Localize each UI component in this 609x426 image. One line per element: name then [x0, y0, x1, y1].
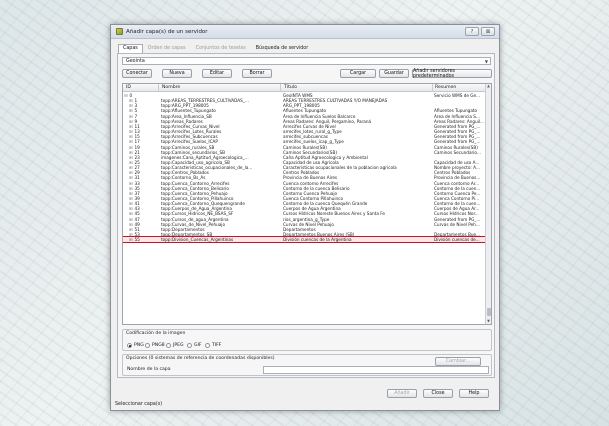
expand-icon[interactable]: ⊞ [129, 237, 133, 242]
qgis-app-icon [116, 28, 123, 35]
tab-conjuntos-de-teselas[interactable]: Conjuntos de teselas [191, 44, 251, 53]
add-button[interactable]: Añadir [387, 389, 417, 398]
load-button[interactable]: Cargar [340, 69, 376, 78]
radio-jpeg-label: JPEG [173, 343, 184, 348]
layer-name-input[interactable] [263, 366, 489, 374]
radio-gif-label: GIF [194, 343, 202, 348]
table-row[interactable]: ⊞ 55 topp:Division_Cuencas_Argentinas Divis… [123, 236, 486, 244]
column-header-summary[interactable]: Resumen [435, 85, 456, 90]
radio-png8[interactable]: PNG8 [145, 343, 165, 348]
image-encoding-group: Codificación de la imagen PNG PNG8 JPEG … [122, 329, 492, 351]
image-encoding-label: Codificación de la imagen [126, 331, 186, 336]
options-label: Opciones (0 sistemas de referencia de co… [126, 356, 275, 361]
cell-summary: División cuencas de... [434, 237, 480, 243]
scrollbar-thumb[interactable] [487, 308, 491, 316]
add-wms-layer-dialog: Añadir capa(s) de un servidor ? ⊠ Capas … [110, 24, 500, 411]
chevron-down-icon: ▼ [484, 59, 488, 64]
cell-title: División cuencas de la Argentina [283, 237, 352, 243]
help-button[interactable]: Help [459, 389, 489, 398]
radio-jpeg[interactable]: JPEG [166, 343, 184, 348]
scroll-down-icon[interactable]: ▼ [486, 319, 491, 324]
change-crs-button[interactable]: Cambiar... [435, 357, 481, 366]
close-title-button[interactable]: ⊠ [481, 27, 495, 36]
column-header-title[interactable]: Título [284, 85, 297, 90]
table-header: ID Nombre Título Resumen [123, 84, 485, 92]
help-title-button[interactable]: ? [465, 27, 479, 36]
layers-tab-panel: Geointa ▼ Conectar Nueva Editar Borrar C… [117, 53, 495, 378]
edit-button[interactable]: Editar [202, 69, 232, 78]
window-title: Añadir capa(s) de un servidor [126, 28, 208, 35]
column-header-id[interactable]: ID [126, 85, 131, 90]
connection-select-value: Geointa [126, 58, 145, 64]
cell-name: topp:Division_Cuencas_Argentinas [161, 237, 234, 243]
status-text: Seleccionar capa(s) [115, 401, 163, 407]
connection-select[interactable]: Geointa ▼ [122, 57, 491, 65]
cell-id: ⊞ 55 [129, 237, 159, 242]
column-header-name[interactable]: Nombre [162, 85, 180, 90]
vertical-scrollbar[interactable]: ▲ ▼ [485, 84, 491, 324]
connect-button[interactable]: Conectar [122, 69, 152, 78]
tab-capas[interactable]: Capas [118, 44, 143, 53]
radio-tiff-label: TIFF [212, 343, 222, 348]
save-button[interactable]: Guardar [379, 69, 409, 78]
radio-png8-label: PNG8 [152, 343, 165, 348]
tab-busqueda-de-servidor[interactable]: Búsqueda de servidor [251, 44, 313, 53]
layer-name-label: Nombre de la capa [127, 367, 171, 372]
delete-button[interactable]: Borrar [242, 69, 272, 78]
cell-id-text: 55 [134, 237, 140, 243]
title-bar: Añadir capa(s) de un servidor ? ⊠ [111, 25, 499, 39]
add-default-servers-button[interactable]: Añadir servidores predeterminados [412, 69, 492, 79]
radio-tiff[interactable]: TIFF [205, 343, 221, 348]
close-button[interactable]: Close [423, 389, 453, 398]
layers-table[interactable]: ID Nombre Título Resumen ⊟ 0 GeoINTA WMS Se… [122, 83, 492, 325]
status-bar: Seleccionar capa(s) [112, 399, 498, 409]
tab-orden-de-capas[interactable]: Orden de capas [143, 44, 191, 53]
radio-png[interactable]: PNG [127, 343, 144, 348]
new-button[interactable]: Nueva [162, 69, 192, 78]
scroll-up-icon[interactable]: ▲ [486, 84, 491, 89]
radio-png-label: PNG [134, 343, 144, 348]
tab-bar: Capas Orden de capas Conjuntos de tesela… [118, 44, 313, 53]
radio-gif[interactable]: GIF [187, 343, 202, 348]
